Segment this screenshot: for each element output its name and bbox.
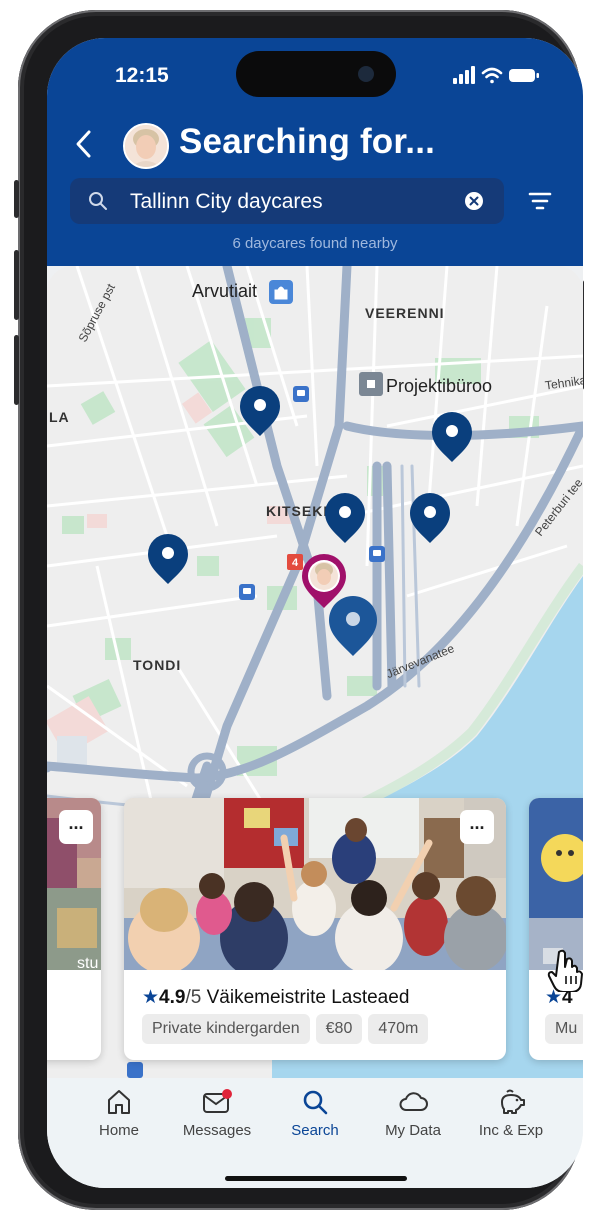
battery-icon <box>509 69 539 82</box>
screen: 12:15 Searching for... Tallinn City dayc… <box>47 38 583 1188</box>
card-image <box>124 798 506 970</box>
volume-down-button <box>14 335 19 405</box>
mute-switch <box>14 180 19 218</box>
tab-home[interactable]: Home <box>74 1088 164 1139</box>
status-time: 12:15 <box>115 64 169 87</box>
transit-marker <box>293 386 309 402</box>
tab-label: Home <box>98 1122 139 1139</box>
search-input[interactable] <box>128 188 452 216</box>
daycare-card[interactable]: ... ★4.9/5 Väikemeistrite Lasteaed Priva… <box>124 798 506 1060</box>
hand-cursor-icon <box>547 948 583 997</box>
transit-marker <box>239 584 255 600</box>
search-icon <box>303 1090 328 1115</box>
filter-icon <box>528 192 552 210</box>
shop-poi-icon <box>269 280 293 304</box>
chip-type: Private kindergarden <box>142 1014 310 1044</box>
dynamic-island <box>236 51 396 97</box>
volume-up-button <box>14 250 19 320</box>
card-chips: Private kindergarden €80 470m <box>142 1014 434 1044</box>
tab-label: Inc & Exp <box>478 1122 544 1139</box>
back-button[interactable] <box>69 124 99 164</box>
tab-label: My Data <box>385 1122 441 1139</box>
tab-label: Messages <box>182 1122 252 1139</box>
signal-icon <box>453 66 475 84</box>
search-icon <box>89 192 107 210</box>
search-bar[interactable] <box>70 178 504 224</box>
card-title-row: ★4.9/5 Väikemeistrite Lasteaed <box>142 986 409 1009</box>
home-icon <box>108 1090 130 1114</box>
daycare-card-partial-left[interactable]: ... stu <box>47 798 101 1060</box>
status-icons <box>453 66 541 91</box>
more-options-button[interactable]: ... <box>460 810 494 844</box>
card-rating: 4.9 <box>159 987 186 1008</box>
transit-marker <box>369 546 385 562</box>
tab-search[interactable]: Search <box>270 1088 360 1139</box>
tab-messages[interactable]: Messages <box>172 1088 262 1139</box>
card-image <box>529 798 583 970</box>
card-rating-scale: /5 <box>185 987 202 1008</box>
card-chips: Mu <box>545 1014 583 1044</box>
tab-bar: Home Messages Search My Data Inc & Exp <box>47 1078 583 1188</box>
wifi-icon <box>481 67 503 84</box>
tab-label: Search <box>291 1122 339 1139</box>
filter-button[interactable] <box>527 190 553 212</box>
office-poi-icon <box>359 372 383 396</box>
tab-inc-exp[interactable]: Inc & Exp <box>466 1088 556 1139</box>
road-number: 4 <box>292 557 299 569</box>
chip-price: €80 <box>315 1014 363 1044</box>
app-header: 12:15 Searching for... Tallinn City dayc… <box>47 38 583 266</box>
home-indicator[interactable] <box>225 1176 407 1181</box>
map-label-tondi: TONDI <box>133 657 181 673</box>
chip-type: Mu <box>545 1014 583 1044</box>
star-icon: ★ <box>142 987 160 1008</box>
map-label-arvutiait: Arvutiait <box>192 281 257 301</box>
card-image-text: stu <box>77 955 99 972</box>
map-label-kitseke: KITSEKE <box>266 503 334 519</box>
map-label-veerenni: VEERENNI <box>365 305 445 321</box>
clear-search-button[interactable] <box>464 191 484 211</box>
clear-icon <box>465 192 483 210</box>
card-name: Väikemeistrite Lasteaed <box>206 987 410 1008</box>
piggy-bank-icon <box>501 1089 525 1114</box>
tab-my-data[interactable]: My Data <box>368 1088 458 1139</box>
daycare-carousel[interactable]: ... stu ... ★4.9/5 Väikemeistrite Lastea… <box>47 798 583 1068</box>
chip-distance: 470m <box>368 1014 429 1044</box>
page-title: Searching for... <box>179 122 436 161</box>
cloud-icon <box>399 1092 428 1111</box>
notification-dot <box>222 1089 232 1099</box>
avatar[interactable] <box>123 123 169 169</box>
chevron-left-icon <box>76 130 91 158</box>
mail-icon <box>203 1089 232 1113</box>
daycare-card-partial-right[interactable]: ★4 Mu <box>529 798 583 1060</box>
map-label-la: LA <box>49 409 70 425</box>
result-count: 6 daycares found nearby <box>232 235 398 252</box>
more-options-button[interactable]: ... <box>59 810 93 844</box>
map-label-projektiburoo: Projektibüroo <box>386 376 492 396</box>
